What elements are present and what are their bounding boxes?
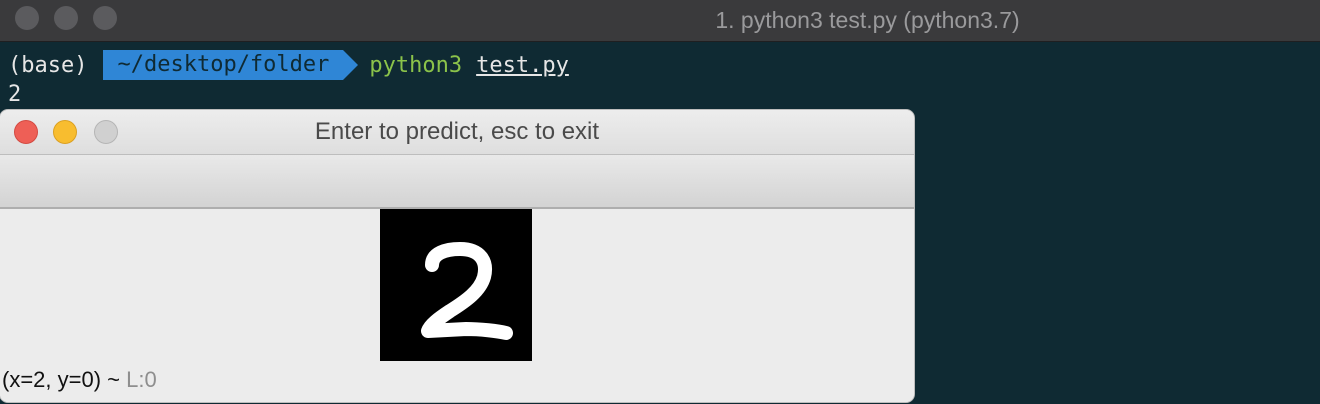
prompt-env: (base) <box>8 52 88 78</box>
terminal-titlebar: 1. python3 test.py (python3.7) <box>0 0 1320 42</box>
predict-window-title: Enter to predict, esc to exit <box>314 118 600 145</box>
output-line: 2 <box>8 82 22 107</box>
predict-window: Enter to predict, esc to exit (x=2, y=0)… <box>0 110 914 402</box>
window-content: (x=2, y=0) ~ L:0 <box>0 209 914 402</box>
prompt-line: (base) ~/desktop/folder python3 test.py <box>8 50 569 80</box>
status-readout: (x=2, y=0) ~ L:0 <box>2 367 157 393</box>
terminal-title: 1. python3 test.py (python3.7) <box>715 7 1020 33</box>
status-coords: (x=2, y=0) ~ <box>2 367 121 392</box>
prompt-path: ~/desktop/folder <box>103 50 359 80</box>
command-argument-link[interactable]: test.py <box>476 53 569 78</box>
digit-2-glyph <box>421 242 513 340</box>
digit-2-image <box>380 209 532 361</box>
command-text: python3 <box>369 52 463 78</box>
window-toolbar <box>0 155 914 209</box>
status-level: L:0 <box>126 367 157 392</box>
predict-window-titlebar: Enter to predict, esc to exit <box>0 110 914 155</box>
